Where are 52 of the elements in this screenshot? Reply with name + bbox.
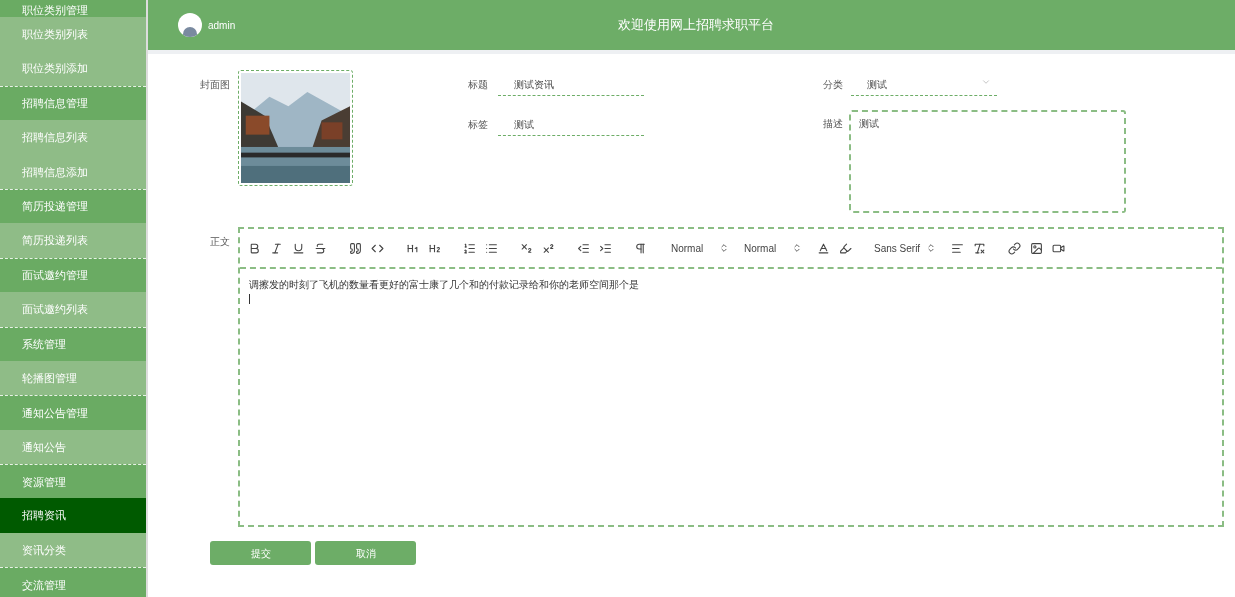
underline-icon[interactable] xyxy=(292,241,305,255)
text-field[interactable]: 测试资讯 xyxy=(498,74,644,96)
text-cursor xyxy=(249,294,250,304)
updown-icon xyxy=(926,243,936,253)
sidebar-item[interactable]: 资源管理 xyxy=(0,464,146,499)
bold-icon[interactable] xyxy=(248,241,261,255)
text-color-icon[interactable] xyxy=(817,241,830,255)
sidebar-item[interactable]: 系统管理 xyxy=(0,326,146,361)
quote-icon[interactable] xyxy=(349,241,362,255)
category-select[interactable]: 测试 xyxy=(851,74,997,96)
updown-icon xyxy=(719,243,729,253)
description-textarea[interactable]: 测试 xyxy=(849,110,1126,213)
rich-text-editor[interactable]: Normal Normal Sans Serif 调擦发的时刻了飞机的数量看更好的富士康了几个和的付款记录给和你的老师空间那个是 xyxy=(238,227,1224,527)
field-label: 标签 xyxy=(468,118,489,132)
field-label: 分类 xyxy=(823,78,844,92)
cancel-button[interactable]: 取消 xyxy=(315,541,416,565)
text-field[interactable]: 测试 xyxy=(498,114,644,136)
sidebar-item[interactable]: 招聘资讯 xyxy=(0,498,146,533)
text-direction-icon[interactable] xyxy=(634,241,647,255)
sidebar-item[interactable]: 招聘信息管理 xyxy=(0,85,146,121)
align-icon[interactable] xyxy=(951,241,964,255)
clear-format-icon[interactable] xyxy=(973,241,986,255)
format-select[interactable]: Normal xyxy=(744,240,802,256)
strikethrough-icon[interactable] xyxy=(314,241,327,255)
image-icon[interactable] xyxy=(1030,241,1043,255)
subscript-icon[interactable] xyxy=(520,241,533,255)
updown-icon xyxy=(792,243,802,253)
username: admin xyxy=(208,18,236,33)
format-select[interactable]: Normal xyxy=(671,240,729,256)
submit-button[interactable]: 提交 xyxy=(210,541,311,565)
field-label: 正文 xyxy=(210,235,230,249)
indent-icon[interactable] xyxy=(599,241,612,255)
field-label: 封面图 xyxy=(200,78,230,92)
ordered-list-icon[interactable] xyxy=(463,241,476,255)
field-label: 标题 xyxy=(468,78,489,92)
sidebar-item[interactable]: 通知公告管理 xyxy=(0,395,146,430)
superscript-icon[interactable] xyxy=(542,241,555,255)
sidebar-item[interactable]: 简历投递管理 xyxy=(0,188,146,224)
format-select[interactable]: Sans Serif xyxy=(874,240,936,256)
chevron-down-icon xyxy=(981,77,991,87)
page-title: 欢迎使用网上招聘求职平台 xyxy=(618,16,774,35)
avatar xyxy=(178,13,202,37)
background-color-icon[interactable] xyxy=(839,241,852,255)
italic-icon[interactable] xyxy=(270,241,283,255)
field-label: 描述 xyxy=(823,117,844,131)
bullet-list-icon[interactable] xyxy=(485,241,498,255)
sidebar-item[interactable]: 交流管理 xyxy=(0,567,146,597)
sidebar-item[interactable]: 职位类别管理 xyxy=(0,0,146,17)
sidebar-item[interactable]: 面试邀约管理 xyxy=(0,257,146,293)
link-icon[interactable] xyxy=(1008,241,1021,255)
outdent-icon[interactable] xyxy=(577,241,590,255)
editor-text: 调擦发的时刻了飞机的数量看更好的富士康了几个和的付款记录给和你的老师空间那个是 xyxy=(249,278,640,292)
